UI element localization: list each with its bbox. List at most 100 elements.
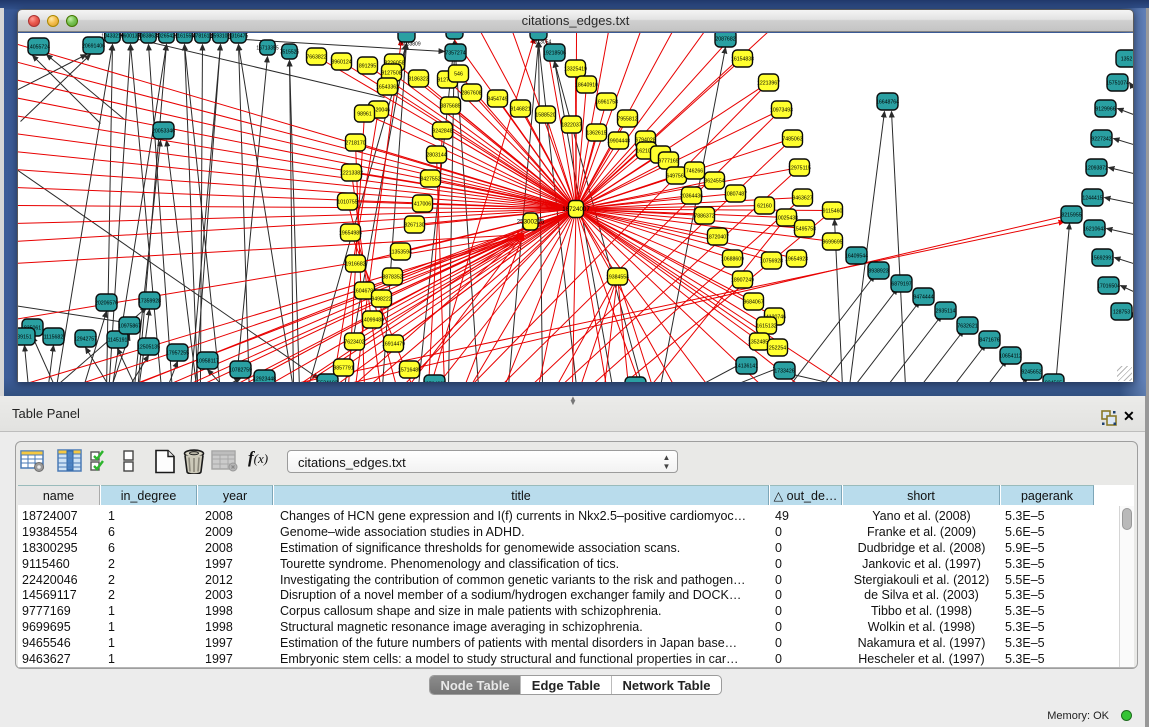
svg-text:2087682: 2087682 — [715, 36, 735, 42]
svg-text:891295: 891295 — [359, 63, 376, 69]
svg-text:18724007: 18724007 — [562, 206, 590, 213]
svg-text:1615132: 1615132 — [756, 323, 776, 329]
svg-text:16713355: 16713355 — [256, 45, 278, 51]
svg-text:10654112: 10654112 — [999, 353, 1022, 359]
svg-text:15716485: 15716485 — [398, 367, 421, 373]
svg-text:9129966: 9129966 — [1095, 106, 1115, 112]
svg-text:9498222: 9498222 — [371, 296, 391, 302]
svg-text:19654923: 19654923 — [785, 256, 808, 262]
svg-text:18907249: 18907249 — [731, 277, 754, 283]
svg-text:9474444: 9474444 — [913, 294, 933, 300]
svg-text:7886372: 7886372 — [694, 213, 714, 219]
svg-text:25300215: 25300215 — [517, 218, 545, 225]
svg-text:7485063: 7485063 — [782, 136, 802, 142]
svg-text:6879197: 6879197 — [891, 281, 911, 287]
svg-text:9227342: 9227342 — [1091, 136, 1111, 142]
svg-text:20206576: 20206576 — [95, 300, 118, 306]
svg-text:16961758: 16961758 — [595, 99, 618, 105]
svg-text:1362615: 1362615 — [586, 130, 606, 136]
svg-text:39151: 39151 — [18, 334, 32, 340]
svg-text:9245652: 9245652 — [1021, 369, 1041, 375]
svg-text:128753: 128753 — [1113, 309, 1130, 315]
svg-text:17016504: 17016504 — [1097, 283, 1120, 289]
svg-text:16914479: 16914479 — [382, 341, 405, 347]
svg-text:1916682: 1916682 — [345, 261, 365, 267]
svg-text:10688609: 10688609 — [721, 256, 744, 262]
svg-text:8471676: 8471676 — [979, 337, 999, 343]
svg-text:16033809: 16033809 — [398, 42, 420, 48]
svg-text:10958117: 10958117 — [196, 358, 219, 364]
svg-text:19654985: 19654985 — [339, 230, 362, 236]
svg-text:16409544: 16409544 — [845, 253, 868, 259]
svg-text:18720407: 18720407 — [706, 234, 729, 240]
svg-text:12213967: 12213967 — [757, 80, 780, 86]
svg-text:14136141: 14136141 — [735, 363, 758, 369]
svg-text:1145191: 1145191 — [108, 337, 128, 343]
svg-text:9593103: 9593103 — [211, 33, 231, 39]
svg-text:3624554: 3624554 — [704, 178, 724, 184]
svg-text:12093872: 12093872 — [1085, 165, 1108, 171]
svg-text:546: 546 — [454, 71, 463, 77]
svg-text:17359928: 17359928 — [138, 298, 161, 304]
svg-text:8454749: 8454749 — [487, 96, 507, 102]
svg-text:18640910: 18640910 — [575, 82, 598, 88]
svg-text:9242848: 9242848 — [432, 128, 452, 134]
svg-text:10975867: 10975867 — [118, 323, 141, 329]
svg-text:19218506: 19218506 — [543, 50, 566, 56]
svg-text:10025438: 10025438 — [775, 215, 798, 221]
svg-text:11353594: 11353594 — [389, 249, 412, 255]
svg-text:10782759: 10782759 — [229, 367, 252, 373]
svg-text:924565: 924565 — [1045, 380, 1062, 382]
svg-text:12942757: 12942757 — [74, 336, 97, 342]
svg-text:1588520: 1588520 — [535, 112, 555, 118]
svg-text:9699695: 9699695 — [822, 239, 842, 245]
svg-text:15692991: 15692991 — [1091, 255, 1114, 261]
svg-text:20691406: 20691406 — [82, 43, 105, 49]
svg-text:2935114: 2935114 — [936, 308, 956, 314]
svg-text:15495758: 15495758 — [793, 226, 816, 232]
svg-text:12975115: 12975115 — [788, 165, 811, 171]
svg-text:10807487: 10807487 — [724, 191, 747, 197]
svg-text:20364436: 20364436 — [680, 193, 703, 199]
svg-text:2803144: 2803144 — [426, 152, 446, 158]
svg-text:8215955: 8215955 — [1061, 212, 1081, 218]
svg-text:7663822: 7663822 — [306, 54, 326, 60]
svg-text:417006: 417006 — [414, 201, 431, 207]
svg-text:14055724: 14055724 — [27, 44, 50, 50]
svg-text:14099488: 14099488 — [361, 317, 384, 323]
svg-text:19384554: 19384554 — [606, 274, 629, 280]
svg-text:9115460: 9115460 — [823, 208, 843, 214]
svg-text:1352: 1352 — [1121, 56, 1133, 62]
svg-text:16210643: 16210643 — [1083, 226, 1106, 232]
svg-text:20053346: 20053346 — [152, 128, 175, 134]
svg-text:62160: 62160 — [757, 203, 772, 209]
svg-text:7357274: 7357274 — [445, 50, 465, 56]
svg-text:9857791: 9857791 — [333, 365, 353, 371]
svg-text:252254: 252254 — [769, 345, 786, 351]
svg-text:12505135: 12505135 — [137, 344, 160, 350]
svg-text:9146821: 9146821 — [510, 106, 530, 112]
svg-text:17957255: 17957255 — [166, 350, 189, 356]
svg-text:8427552: 8427552 — [420, 176, 440, 182]
svg-text:10973493: 10973493 — [770, 107, 793, 113]
svg-text:6497568: 6497568 — [666, 173, 686, 179]
svg-text:13325419: 13325419 — [564, 66, 587, 72]
svg-text:3875685: 3875685 — [440, 103, 460, 109]
svg-text:746266: 746266 — [686, 168, 703, 174]
svg-text:32764835: 32764835 — [423, 381, 446, 382]
svg-text:98961: 98961 — [357, 111, 372, 117]
svg-text:5534192: 5534192 — [317, 380, 337, 382]
svg-text:16543362: 16543362 — [376, 84, 399, 90]
svg-text:7515526: 7515526 — [280, 49, 300, 55]
svg-text:16154838: 16154838 — [731, 56, 754, 62]
svg-text:1244415: 1244415 — [1082, 195, 1102, 201]
svg-text:9127508: 9127508 — [381, 70, 401, 76]
svg-text:10756928: 10756928 — [760, 258, 783, 264]
svg-text:1161559: 1161559 — [175, 33, 194, 39]
svg-text:1733426: 1733426 — [774, 368, 794, 374]
svg-text:12923448: 12923448 — [253, 376, 276, 382]
svg-text:7623402: 7623402 — [344, 339, 364, 345]
svg-text:19904448: 19904448 — [607, 138, 630, 144]
svg-text:9777169: 9777169 — [658, 158, 678, 164]
svg-text:7955812: 7955812 — [617, 116, 637, 122]
